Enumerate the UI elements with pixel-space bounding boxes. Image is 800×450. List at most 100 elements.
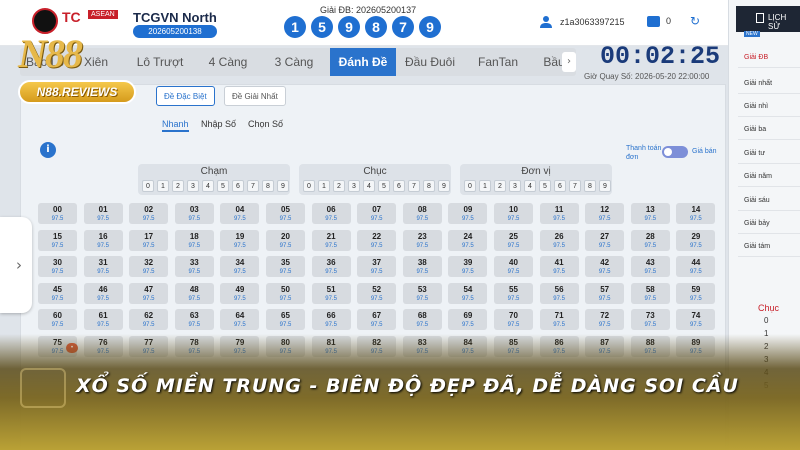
digit-button[interactable]: 3 xyxy=(509,180,521,192)
digit-button[interactable]: 2 xyxy=(494,180,506,192)
refresh-icon[interactable]: ↻ xyxy=(690,14,700,28)
tab-3[interactable]: 4 Càng xyxy=(198,48,258,76)
digit-button[interactable]: 4 xyxy=(524,180,536,192)
tab-7[interactable]: FanTan xyxy=(464,48,532,76)
number-cell[interactable]: 31 97.5 xyxy=(83,256,123,278)
subtab-nhap-so[interactable]: Nhập Số xyxy=(201,119,236,129)
number-cell[interactable]: 60 97.5 xyxy=(38,309,77,331)
number-cell[interactable]: 49 97.5 xyxy=(220,282,260,304)
number-cell[interactable]: 04 97.5 xyxy=(220,203,260,224)
digit-button[interactable]: 5 xyxy=(217,180,229,192)
digit-button[interactable]: 5 xyxy=(378,180,390,192)
digit-button[interactable]: 7 xyxy=(247,180,259,192)
digit-button[interactable]: 5 xyxy=(539,180,551,192)
digit-button[interactable]: 9 xyxy=(438,180,450,192)
tab-5[interactable]: Đánh Đề xyxy=(330,48,396,76)
number-cell[interactable]: 14 97.5 xyxy=(676,203,716,224)
number-cell[interactable]: 40 97.5 xyxy=(494,256,533,278)
number-cell[interactable]: 29 97.5 xyxy=(676,229,716,251)
number-cell[interactable]: 33 97.5 xyxy=(174,256,214,278)
number-cell[interactable]: 36 97.5 xyxy=(311,256,351,278)
digit-button[interactable]: 6 xyxy=(393,180,405,192)
price-mode-toggle[interactable] xyxy=(662,146,688,158)
number-cell[interactable]: 15 97.5 xyxy=(38,229,77,251)
number-cell[interactable]: 74 97.5 xyxy=(676,309,716,331)
digit-button[interactable]: 8 xyxy=(262,180,274,192)
number-cell[interactable]: 05 97.5 xyxy=(266,203,305,224)
number-cell[interactable]: 39 97.5 xyxy=(448,256,488,278)
user-icon[interactable] xyxy=(540,15,552,28)
number-cell[interactable]: 45 97.5 xyxy=(38,282,77,304)
number-cell[interactable]: 70 97.5 xyxy=(494,309,533,331)
number-cell[interactable]: 68 97.5 xyxy=(402,309,442,331)
digit-button[interactable]: 2 xyxy=(333,180,345,192)
number-cell[interactable]: 10 97.5 xyxy=(494,203,533,224)
number-cell[interactable]: 50 97.5 xyxy=(266,282,305,304)
number-cell[interactable]: 43 97.5 xyxy=(630,256,670,278)
number-cell[interactable]: 37 97.5 xyxy=(357,256,397,278)
info-icon[interactable]: i xyxy=(40,142,56,158)
subtab-nhanh[interactable]: Nhanh xyxy=(162,119,189,132)
number-cell[interactable]: 20 97.5 xyxy=(266,229,305,251)
number-cell[interactable]: 67 97.5 xyxy=(357,309,397,331)
number-cell[interactable]: 52 97.5 xyxy=(357,282,397,304)
tab-4[interactable]: 3 Càng xyxy=(258,48,330,76)
number-cell[interactable]: 54 97.5 xyxy=(448,282,488,304)
number-cell[interactable]: 38 97.5 xyxy=(402,256,442,278)
number-cell[interactable]: 53 97.5 xyxy=(402,282,442,304)
number-cell[interactable]: 01 97.5 xyxy=(83,203,123,224)
tab-2[interactable]: Lô Trượt xyxy=(122,48,198,76)
number-cell[interactable]: 23 97.5 xyxy=(402,229,442,251)
digit-button[interactable]: 7 xyxy=(408,180,420,192)
number-cell[interactable]: 21 97.5 xyxy=(311,229,351,251)
number-cell[interactable]: 56 97.5 xyxy=(539,282,579,304)
number-cell[interactable]: 34 97.5 xyxy=(220,256,260,278)
chevron-right-icon[interactable]: › xyxy=(16,256,22,274)
mode-de-dac-biet-button[interactable]: Đề Đặc Biệt xyxy=(156,86,215,106)
digit-button[interactable]: 9 xyxy=(277,180,289,192)
number-cell[interactable]: 59 97.5 xyxy=(676,282,716,304)
digit-button[interactable]: 8 xyxy=(423,180,435,192)
number-cell[interactable]: 18 97.5 xyxy=(174,229,214,251)
number-cell[interactable]: 03 97.5 xyxy=(174,203,214,224)
number-cell[interactable]: 46 97.5 xyxy=(83,282,123,304)
mode-de-giai-nhat-button[interactable]: Đề Giải Nhất xyxy=(224,86,286,106)
number-cell[interactable]: 30 97.5 xyxy=(38,256,77,278)
number-cell[interactable]: 55 97.5 xyxy=(494,282,533,304)
number-cell[interactable]: 63 97.5 xyxy=(174,309,214,331)
number-cell[interactable]: 27 97.5 xyxy=(585,229,625,251)
digit-button[interactable]: 3 xyxy=(187,180,199,192)
number-cell[interactable]: 58 97.5 xyxy=(630,282,670,304)
number-cell[interactable]: 64 97.5 xyxy=(220,309,260,331)
digit-button[interactable]: 2 xyxy=(172,180,184,192)
number-cell[interactable]: 12 97.5 xyxy=(585,203,625,224)
number-cell[interactable]: 09 97.5 xyxy=(448,203,488,224)
tabs-scroll-right-icon[interactable]: › xyxy=(562,52,576,72)
number-cell[interactable]: 22 97.5 xyxy=(357,229,397,251)
number-cell[interactable]: 00 97.5 xyxy=(38,203,77,224)
digit-button[interactable]: 7 xyxy=(569,180,581,192)
number-cell[interactable]: 48 97.5 xyxy=(174,282,214,304)
digit-button[interactable]: 0 xyxy=(464,180,476,192)
number-cell[interactable]: 11 97.5 xyxy=(539,203,579,224)
number-cell[interactable]: 62 97.5 xyxy=(129,309,169,331)
digit-button[interactable]: 4 xyxy=(363,180,375,192)
number-cell[interactable]: 65 97.5 xyxy=(266,309,305,331)
number-cell[interactable]: 07 97.5 xyxy=(357,203,397,224)
digit-button[interactable]: 1 xyxy=(318,180,330,192)
number-cell[interactable]: 13 97.5 xyxy=(630,203,670,224)
number-cell[interactable]: 72 97.5 xyxy=(585,309,625,331)
digit-button[interactable]: 4 xyxy=(202,180,214,192)
digit-button[interactable]: 0 xyxy=(303,180,315,192)
number-cell[interactable]: 57 97.5 xyxy=(585,282,625,304)
number-cell[interactable]: 41 97.5 xyxy=(539,256,579,278)
digit-button[interactable]: 1 xyxy=(479,180,491,192)
number-cell[interactable]: 17 97.5 xyxy=(129,229,169,251)
number-cell[interactable]: 08 97.5 xyxy=(402,203,442,224)
number-cell[interactable]: 24 97.5 xyxy=(448,229,488,251)
number-cell[interactable]: 42 97.5 xyxy=(585,256,625,278)
digit-button[interactable]: 9 xyxy=(599,180,611,192)
number-cell[interactable]: 69 97.5 xyxy=(448,309,488,331)
number-cell[interactable]: 73 97.5 xyxy=(630,309,670,331)
user-name[interactable]: z1a3063397215 xyxy=(560,17,625,27)
